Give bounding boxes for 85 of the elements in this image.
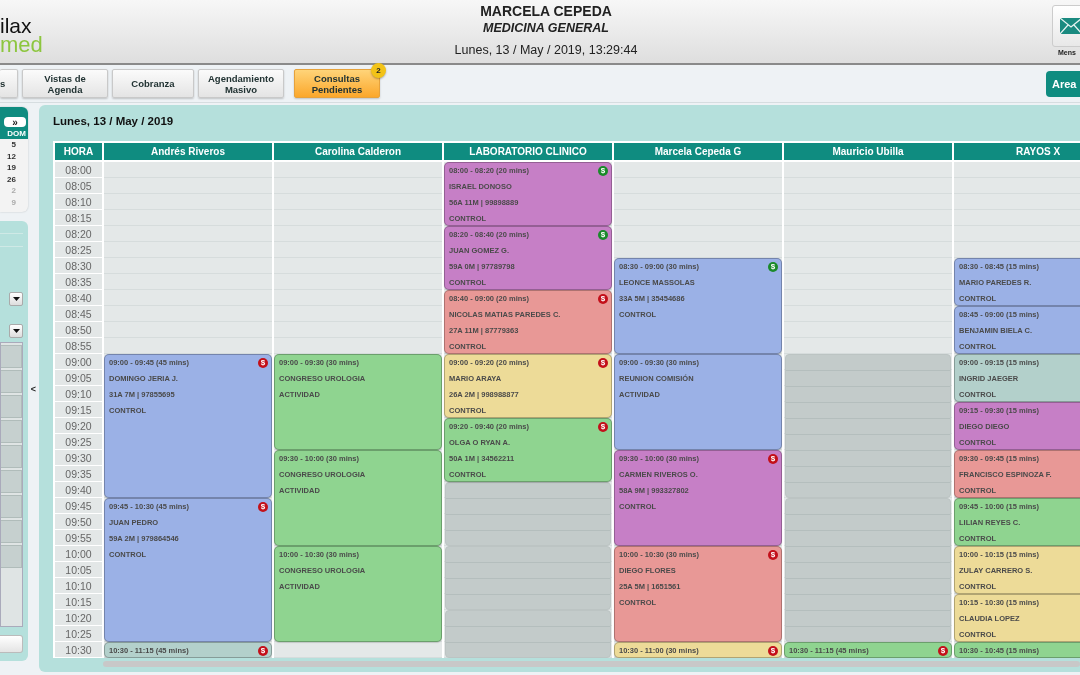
time-slot-label: 08:25 bbox=[55, 242, 102, 258]
list-item[interactable] bbox=[1, 370, 22, 393]
column-header: RAYOS X bbox=[954, 143, 1080, 160]
specialty: MEDICINA GENERAL bbox=[483, 20, 609, 36]
payment-badge: $ bbox=[598, 230, 608, 240]
time-slot-label: 09:10 bbox=[55, 386, 102, 402]
list-item[interactable] bbox=[1, 545, 22, 568]
column-header: Mauricio Ubilla bbox=[784, 143, 952, 160]
time-slot-label: 08:35 bbox=[55, 274, 102, 290]
payment-badge: $ bbox=[598, 166, 608, 176]
time-slot-label: 09:25 bbox=[55, 434, 102, 450]
side-button[interactable] bbox=[0, 635, 23, 653]
next-button[interactable]: » bbox=[4, 117, 26, 127]
logo-text: ilax bbox=[0, 16, 32, 35]
list-item[interactable] bbox=[1, 470, 22, 493]
payment-badge: $ bbox=[258, 646, 268, 656]
list-item[interactable] bbox=[1, 345, 22, 368]
time-slot-label: 09:15 bbox=[55, 402, 102, 418]
payment-badge: $ bbox=[938, 646, 948, 656]
time-slot-label: 09:05 bbox=[55, 370, 102, 386]
list-item[interactable] bbox=[1, 520, 22, 543]
nav-tab[interactable]: Vistas de Agenda bbox=[22, 69, 108, 98]
time-slot-label: 09:40 bbox=[55, 482, 102, 498]
logo-text: med bbox=[0, 34, 44, 55]
weekday-header: DOM bbox=[7, 129, 27, 139]
list-item[interactable] bbox=[1, 395, 22, 418]
payment-badge: $ bbox=[258, 502, 268, 512]
time-slot-label: 08:20 bbox=[55, 226, 102, 242]
time-slot-label: 08:30 bbox=[55, 258, 102, 274]
payment-badge: $ bbox=[598, 358, 608, 368]
time-slot-label: 08:00 bbox=[55, 162, 102, 178]
date-time: Lunes, 13 / May / 2019, 13:29:44 bbox=[454, 42, 638, 58]
time-slot-label: 09:20 bbox=[55, 418, 102, 434]
payment-badge: $ bbox=[768, 262, 778, 272]
caret-icon bbox=[12, 297, 20, 301]
column-header: Carolina Calderon bbox=[274, 143, 442, 160]
payment-badge: $ bbox=[258, 358, 268, 368]
payment-badge: $ bbox=[768, 550, 778, 560]
nav-tab[interactable]: Agendamiento Masivo bbox=[198, 69, 284, 98]
time-slot-label: 08:55 bbox=[55, 338, 102, 354]
list-item[interactable] bbox=[1, 445, 22, 468]
list-item[interactable] bbox=[1, 420, 22, 443]
column-header: Marcela Cepeda G bbox=[614, 143, 782, 160]
time-slot-label: 10:15 bbox=[55, 594, 102, 610]
dropdown-button[interactable] bbox=[9, 292, 23, 306]
horizontal-scrollbar[interactable] bbox=[103, 661, 1080, 667]
time-slot-label: 09:35 bbox=[55, 466, 102, 482]
time-slot-label: 08:10 bbox=[55, 194, 102, 210]
time-slot-label: 09:30 bbox=[55, 450, 102, 466]
time-slot-label: 10:30 bbox=[55, 642, 102, 658]
calendar-day[interactable]: 12 bbox=[0, 150, 28, 162]
time-slot-label: 08:15 bbox=[55, 210, 102, 226]
caret-icon bbox=[12, 329, 20, 333]
dropdown-button[interactable] bbox=[9, 324, 23, 338]
calendar-day[interactable]: 5 bbox=[0, 139, 28, 151]
time-slot-label: 08:50 bbox=[55, 322, 102, 338]
envelope-icon bbox=[1060, 18, 1080, 34]
time-slot-label: 09:50 bbox=[55, 514, 102, 530]
time-slot-label: 09:55 bbox=[55, 530, 102, 546]
list-item[interactable] bbox=[1, 495, 22, 518]
calendar-day[interactable]: 19 bbox=[0, 162, 28, 174]
payment-badge: $ bbox=[768, 454, 778, 464]
time-slot-label: 10:25 bbox=[55, 626, 102, 642]
area-button[interactable]: Area bbox=[1046, 70, 1080, 97]
calendar-day[interactable]: 26 bbox=[0, 173, 28, 185]
time-slot-label: 08:05 bbox=[55, 178, 102, 194]
agenda-date-title: Lunes, 13 / May / 2019 bbox=[53, 115, 175, 129]
payment-badge: $ bbox=[598, 294, 608, 304]
time-slot-label: 09:45 bbox=[55, 498, 102, 514]
time-slot-label: 09:00 bbox=[55, 354, 102, 370]
time-slot-label: 08:45 bbox=[55, 306, 102, 322]
time-slot-label: 10:20 bbox=[55, 610, 102, 626]
payment-badge: $ bbox=[768, 646, 778, 656]
collapse-toggle[interactable]: < bbox=[28, 103, 39, 675]
column-header: LABORATORIO CLINICO bbox=[444, 143, 612, 160]
time-slot-label: 08:40 bbox=[55, 290, 102, 306]
nav-tab[interactable]: Cobranza bbox=[112, 69, 194, 98]
column-header: Andrés Riveros bbox=[104, 143, 272, 160]
time-slot-label: 10:00 bbox=[55, 546, 102, 562]
nav-tab[interactable]: s bbox=[0, 69, 18, 98]
payment-badge: $ bbox=[598, 422, 608, 432]
column-header: HORA bbox=[55, 143, 102, 160]
doctor-name: MARCELA CEPEDA bbox=[480, 3, 612, 20]
time-slot-label: 10:10 bbox=[55, 578, 102, 594]
time-slot-label: 10:05 bbox=[55, 562, 102, 578]
